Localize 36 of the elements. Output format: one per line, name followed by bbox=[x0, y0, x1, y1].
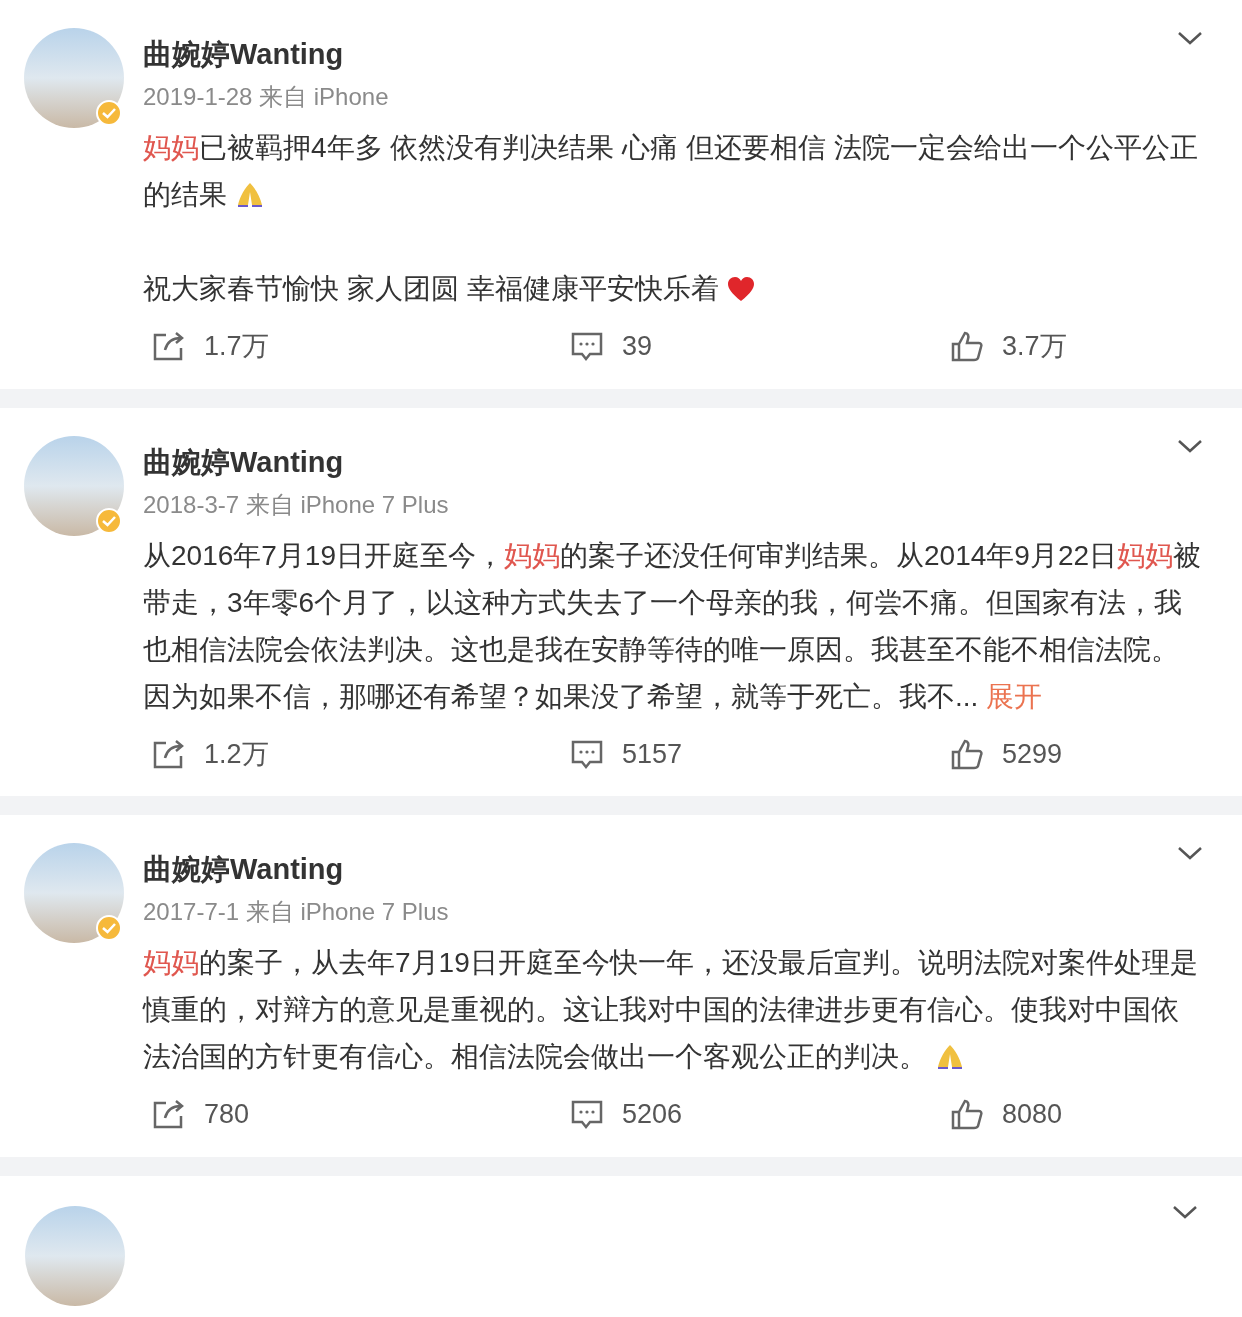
post-meta: 2018-3-7 来自 iPhone 7 Plus bbox=[143, 489, 450, 520]
like-count[interactable]: 5299 bbox=[1002, 733, 1063, 774]
like-count[interactable]: 8080 bbox=[1002, 1094, 1063, 1135]
chevron-down-icon[interactable] bbox=[1177, 437, 1203, 454]
author-name[interactable]: 曲婉婷Wanting bbox=[143, 851, 1177, 887]
comment-count[interactable]: 5157 bbox=[622, 733, 683, 774]
post-meta: 2019-1-28 来自 iPhone bbox=[143, 82, 390, 112]
share-icon[interactable] bbox=[152, 737, 186, 770]
author-name[interactable]: 曲婉婷Wanting bbox=[143, 443, 1177, 480]
post-text: 从2016年7月19日开庭至今，妈妈的案子还没任何审判结果。从2014年9月22日妈妈被带走，3年零6个月了，以这种方式失去了一个母亲的我，何尝不痛。但国家有法，我也相信法院会依法判决。这也是我在安静等待的唯一原因。我甚至不能不相信法院。因为如果不信，那哪还有希望？如果没了希望，就等于死亡。我不... 展开 bbox=[143, 538, 1203, 714]
repost-count[interactable]: 1.2万 bbox=[204, 733, 269, 774]
chevron-down-icon[interactable] bbox=[1177, 845, 1203, 861]
keyword-link[interactable]: 妈妈 bbox=[504, 539, 560, 571]
repost-count[interactable]: 780 bbox=[204, 1094, 250, 1135]
keyword-link[interactable]: 妈妈 bbox=[143, 132, 199, 163]
chevron-down-icon[interactable] bbox=[1177, 30, 1203, 46]
comment-icon[interactable] bbox=[570, 330, 604, 363]
thumbs-up-icon[interactable] bbox=[950, 1098, 984, 1131]
repost-count[interactable]: 1.7万 bbox=[204, 326, 269, 367]
share-icon[interactable] bbox=[152, 1098, 186, 1131]
comment-count[interactable]: 39 bbox=[622, 326, 653, 367]
thumbs-up-icon[interactable] bbox=[950, 737, 984, 770]
author-name[interactable]: 曲婉婷Wanting bbox=[143, 36, 1177, 72]
share-icon[interactable] bbox=[152, 330, 186, 363]
heart-icon bbox=[726, 275, 757, 303]
comment-count[interactable]: 5206 bbox=[622, 1094, 683, 1135]
keyword-link[interactable]: 妈妈 bbox=[143, 947, 199, 978]
chevron-down-icon[interactable] bbox=[1172, 1203, 1198, 1220]
post-text: 祝大家春节愉快 家人团圆 幸福健康平安快乐着 bbox=[143, 265, 1203, 312]
comment-icon[interactable] bbox=[570, 1098, 604, 1131]
keyword-link[interactable]: 妈妈 bbox=[1117, 539, 1174, 571]
post-text: 妈妈的案子，从去年7月19日开庭至今快一年，还没最后宣判。说明法院对案件处理是慎重的，对辩方的意见是重视的。这让我对中国的法律进步更有信心。使我对中国依法治国的方针更有信心。相信法院会做出一个客观公正的判决。 bbox=[143, 946, 1199, 1074]
like-count[interactable]: 3.7万 bbox=[1002, 326, 1067, 367]
post-meta: 2017-7-1 来自 iPhone 7 Plus bbox=[143, 897, 450, 927]
thumbs-up-icon[interactable] bbox=[950, 330, 984, 363]
post-text: 妈妈已被羁押4年多 依然没有判决结果 心痛 但还要相信 法院一定会给出一个公平公正的结果 bbox=[143, 131, 1199, 212]
